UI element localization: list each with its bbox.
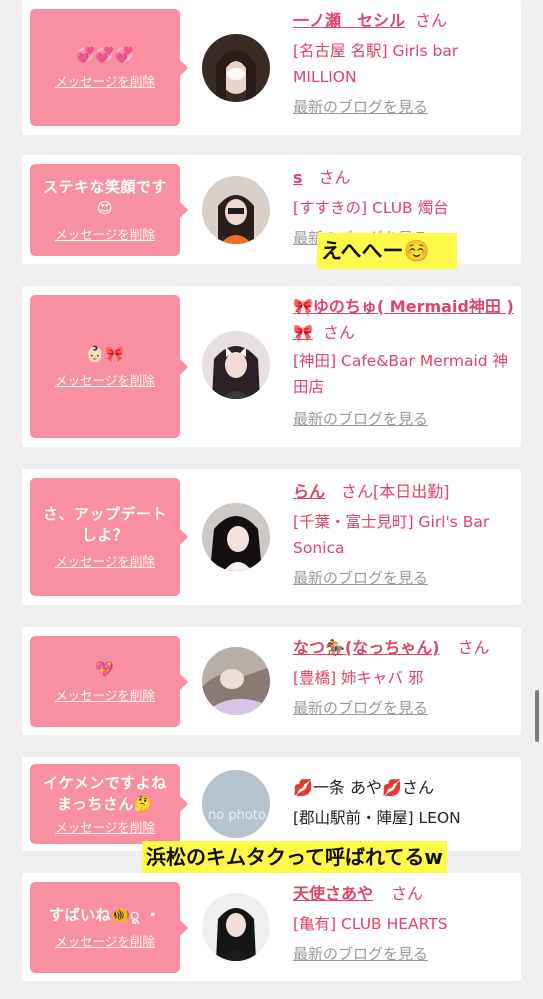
message-card: 💖 メッセージを削除 なつ🏇(なっちゃん) さん [豊橋] 姉キャバ 邪 最新のブ… <box>22 627 521 735</box>
message-bubble: さ、アップデートしよ？ メッセージを削除 <box>30 478 188 596</box>
cast-name-link[interactable]: 天使さあや <box>293 884 373 903</box>
shop-name: [神田] Cafe&Bar Mermaid 神田店 <box>293 352 509 396</box>
message-card: さ、アップデートしよ？ メッセージを削除 らん さん[本日出勤] [千葉・富士見町… <box>22 469 521 605</box>
delete-message-link[interactable]: メッセージを削除 <box>55 817 155 836</box>
shop-name: [郡山駅前・陣屋] LEON <box>293 809 461 827</box>
cast-name-link[interactable]: 一ノ瀬 セシル <box>293 11 405 30</box>
message-card: すばいね🐠ू ・ メッセージを削除 天使さあや さん [亀有] CLUB HEAR… <box>22 873 521 981</box>
latest-blog-link[interactable]: 最新のブログを見る <box>293 697 515 719</box>
message-card: 💞💞💞 メッセージを削除 一ノ瀬 セシル さん [名古屋 名駅] Girls ba… <box>22 0 521 135</box>
cast-info: なつ🏇(なっちゃん) さん [豊橋] 姉キャバ 邪 最新のブログを見る <box>293 635 515 719</box>
cast-info: 🎀ゆのちゅ( Mermaid神田 )🎀 さん [神田] Cafe&Bar Merm… <box>293 294 515 430</box>
delete-message-link[interactable]: メッセージを削除 <box>55 71 155 90</box>
message-text: さ、アップデートしよ？ <box>42 505 167 544</box>
caption-highlight: 浜松のキムタクって呼ばれてるw <box>142 841 447 873</box>
avatar[interactable] <box>202 34 270 102</box>
san-suffix: さん <box>391 884 424 903</box>
latest-blog-link[interactable]: 最新のブログを見る <box>293 96 515 118</box>
message-bubble: 👶🏻🎀 メッセージを削除 <box>30 295 188 438</box>
delete-message-link[interactable]: メッセージを削除 <box>55 551 155 570</box>
avatar[interactable]: no photo <box>202 770 270 838</box>
cast-name-link[interactable]: s <box>293 168 303 187</box>
message-text: ステキな笑顔です😍 <box>42 178 167 217</box>
attendance-status: [本日出勤] <box>373 482 450 501</box>
latest-blog-link[interactable]: 最新のブログを見る <box>293 943 515 965</box>
cast-name-link[interactable]: 💋一条 あや💋 <box>293 778 402 797</box>
message-text: イケメンですよね まっちさん🤔 <box>43 773 167 813</box>
message-bubble: 💖 メッセージを削除 <box>30 636 188 727</box>
cast-name-link[interactable]: らん <box>293 482 325 501</box>
cast-name-link[interactable]: なつ🏇(なっちゃん) <box>293 638 440 657</box>
message-bubble: ステキな笑顔です😍 メッセージを削除 <box>30 164 188 256</box>
san-suffix: さん <box>341 482 374 501</box>
cast-info: 天使さあや さん [亀有] CLUB HEARTS 最新のブログを見る <box>293 881 515 965</box>
shop-name: [亀有] CLUB HEARTS <box>293 915 448 933</box>
avatar[interactable] <box>202 893 270 961</box>
san-suffix: さん <box>322 323 355 342</box>
delete-message-link[interactable]: メッセージを削除 <box>55 685 155 704</box>
shop-name: [名古屋 名駅] Girls bar MILLION <box>293 42 459 86</box>
message-card: 👶🏻🎀 メッセージを削除 🎀ゆのちゅ( Mermaid神田 )🎀 さん [神田] … <box>22 286 521 447</box>
message-bubble: イケメンですよね まっちさん🤔 メッセージを削除 <box>30 764 188 844</box>
shop-name: [すすきの] CLUB 燭台 <box>293 199 449 217</box>
caption-highlight: えへへー☺️ <box>317 233 457 269</box>
cast-info: らん さん[本日出勤] [千葉・富士見町] Girl's Bar Sonica 最… <box>293 479 515 589</box>
shop-name: [千葉・富士見町] Girl's Bar Sonica <box>293 513 490 557</box>
avatar[interactable] <box>202 503 270 571</box>
latest-blog-link[interactable]: 最新のブログを見る <box>293 567 515 589</box>
san-suffix: さん <box>401 778 434 797</box>
message-text: 👶🏻🎀 <box>85 345 125 363</box>
scrollbar-thumb[interactable] <box>535 690 539 742</box>
san-suffix: さん <box>415 11 448 30</box>
delete-message-link[interactable]: メッセージを削除 <box>55 931 155 950</box>
san-suffix: さん <box>457 638 490 657</box>
message-bubble: 💞💞💞 メッセージを削除 <box>30 9 188 126</box>
delete-message-link[interactable]: メッセージを削除 <box>55 224 155 243</box>
latest-blog-link[interactable]: 最新のブログを見る <box>293 408 515 430</box>
cast-info: 一ノ瀬 セシル さん [名古屋 名駅] Girls bar MILLION 最新の… <box>293 8 515 118</box>
shop-name: [豊橋] 姉キャバ 邪 <box>293 669 424 687</box>
avatar[interactable] <box>202 647 270 715</box>
no-photo-placeholder: no photo <box>208 808 266 823</box>
message-text: すばいね🐠ू ・ <box>49 906 161 924</box>
message-text: 💖 <box>95 660 115 678</box>
delete-message-link[interactable]: メッセージを削除 <box>55 370 155 389</box>
avatar[interactable] <box>202 176 270 244</box>
cast-info: 💋一条 あや💋さん [郡山駅前・陣屋] LEON <box>293 775 515 831</box>
san-suffix: さん <box>318 168 351 187</box>
message-bubble: すばいね🐠ू ・ メッセージを削除 <box>30 882 188 973</box>
message-text: 💞💞💞 <box>76 46 134 64</box>
avatar[interactable] <box>202 331 270 399</box>
message-card: イケメンですよね まっちさん🤔 メッセージを削除 no photo 💋一条 あや… <box>22 757 521 851</box>
